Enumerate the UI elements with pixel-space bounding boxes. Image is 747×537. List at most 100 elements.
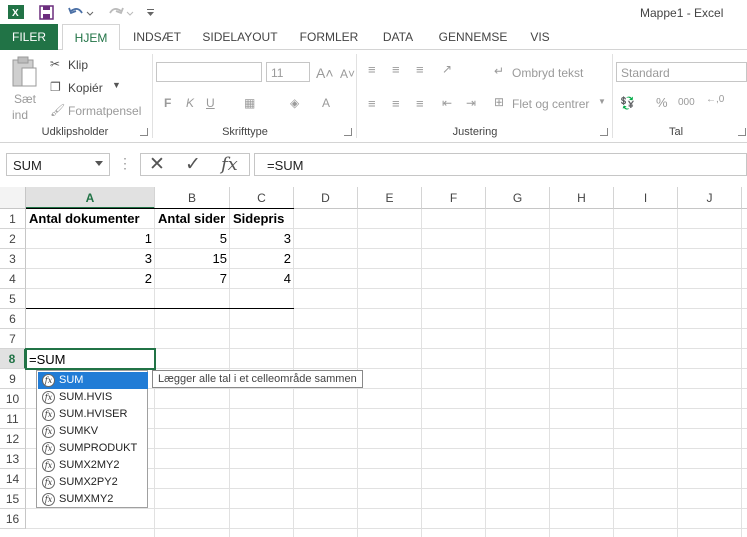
tab-page-layout[interactable]: SIDELAYOUT <box>196 24 284 50</box>
enter-icon[interactable]: ✓ <box>185 153 201 176</box>
tab-formulas[interactable]: FORMLER <box>292 24 366 50</box>
column-header-f[interactable]: F <box>422 187 486 209</box>
column-header-j[interactable]: J <box>678 187 742 209</box>
customize-qat-icon[interactable] <box>144 2 156 22</box>
percent-button[interactable]: % <box>656 95 668 110</box>
column-header-a[interactable]: A <box>26 187 155 209</box>
row-header-10[interactable]: 10 <box>0 389 26 409</box>
autocomplete-item-sum[interactable]: fx SUM <box>38 372 148 389</box>
format-painter-button[interactable]: 🖌 Formatpensel <box>50 102 150 120</box>
column-header-b[interactable]: B <box>155 187 230 209</box>
column-header-h[interactable]: H <box>550 187 614 209</box>
row-header-12[interactable]: 12 <box>0 429 26 449</box>
row-header-4[interactable]: 4 <box>0 269 26 289</box>
bold-button[interactable]: F <box>164 96 171 110</box>
number-format-select[interactable]: Standard <box>616 62 747 82</box>
column-header-e[interactable]: E <box>358 187 422 209</box>
column-header-i[interactable]: I <box>614 187 678 209</box>
alignment-launcher-icon[interactable] <box>600 128 608 136</box>
insert-function-icon[interactable]: fx <box>221 154 238 175</box>
row-header-6[interactable]: 6 <box>0 309 26 329</box>
grow-font-icon[interactable]: A˄ <box>316 65 334 81</box>
cell-b4[interactable]: 7 <box>155 269 230 289</box>
cancel-icon[interactable]: ✕ <box>149 153 165 176</box>
cell-c2[interactable]: 3 <box>230 229 294 249</box>
row-header-3[interactable]: 3 <box>0 249 26 269</box>
autocomplete-item-sumxmy2[interactable]: fx SUMXMY2 <box>38 491 148 508</box>
align-middle-icon[interactable]: ≡ <box>392 62 400 77</box>
cell-c4[interactable]: 4 <box>230 269 294 289</box>
tab-file[interactable]: FILER <box>0 24 58 50</box>
copy-button[interactable]: ❐ Kopiér ▼ <box>50 79 130 97</box>
cell-c1[interactable]: Sidepris <box>230 209 294 229</box>
column-header-c[interactable]: C <box>230 187 294 209</box>
align-center-icon[interactable]: ≡ <box>392 96 400 111</box>
font-name-select[interactable] <box>156 62 262 82</box>
increase-indent-icon[interactable]: ⇥ <box>466 96 476 110</box>
shrink-font-icon[interactable]: A˅ <box>340 67 355 81</box>
thousands-button[interactable]: 000 <box>678 97 695 108</box>
fill-color-icon[interactable]: ◈ <box>290 96 299 110</box>
row-header-7[interactable]: 7 <box>0 329 26 349</box>
align-bottom-icon[interactable]: ≡ <box>416 62 424 77</box>
column-header-d[interactable]: D <box>294 187 358 209</box>
select-all-corner[interactable] <box>0 187 26 209</box>
cell-a3[interactable]: 3 <box>26 249 155 269</box>
cell-a2[interactable]: 1 <box>26 229 155 249</box>
align-top-icon[interactable]: ≡ <box>368 62 376 77</box>
font-color-icon[interactable]: A <box>322 96 330 110</box>
active-cell-a8[interactable]: =SUM <box>25 348 156 370</box>
row-header-2[interactable]: 2 <box>0 229 26 249</box>
cell-b1[interactable]: Antal sider <box>155 209 230 229</box>
autocomplete-item-sumx2my2[interactable]: fx SUMX2MY2 <box>38 457 148 474</box>
row-header-16[interactable]: 16 <box>0 509 26 529</box>
autocomplete-item-sum-hviser[interactable]: fx SUM.HVISER <box>38 406 148 423</box>
cell-a1[interactable]: Antal dokumenter <box>26 209 155 229</box>
autocomplete-item-sumkv[interactable]: fx SUMKV <box>38 423 148 440</box>
font-launcher-icon[interactable] <box>344 128 352 136</box>
increase-decimal-icon[interactable]: ←,0 <box>706 94 724 105</box>
row-header-13[interactable]: 13 <box>0 449 26 469</box>
cut-button[interactable]: ✂ Klip <box>50 56 130 74</box>
undo-icon[interactable] <box>66 2 96 22</box>
decrease-indent-icon[interactable]: ⇤ <box>442 96 452 110</box>
row-header-1[interactable]: 1 <box>0 209 26 229</box>
copy-dropdown-icon[interactable]: ▼ <box>112 80 121 90</box>
formula-input[interactable]: =SUM <box>254 153 747 176</box>
tab-home[interactable]: HJEM <box>62 24 120 51</box>
row-header-9[interactable]: 9 <box>0 369 26 389</box>
autocomplete-item-sumprodukt[interactable]: fx SUMPRODUKT <box>38 440 148 457</box>
underline-button[interactable]: U <box>206 96 215 110</box>
cell-b2[interactable]: 5 <box>155 229 230 249</box>
autocomplete-item-sumx2py2[interactable]: fx SUMX2PY2 <box>38 474 148 491</box>
row-header-15[interactable]: 15 <box>0 489 26 509</box>
row-header-8[interactable]: 8 <box>0 349 26 369</box>
column-header-g[interactable]: G <box>486 187 550 209</box>
currency-icon[interactable]: 💱 <box>620 96 635 110</box>
column-header-k[interactable] <box>742 187 747 209</box>
tab-review[interactable]: GENNEMSE <box>430 24 516 50</box>
redo-icon[interactable] <box>106 2 136 22</box>
cell-b3[interactable]: 15 <box>155 249 230 269</box>
orientation-icon[interactable]: ↗ <box>442 62 452 76</box>
borders-icon[interactable]: ▦ <box>244 96 255 110</box>
number-launcher-icon[interactable] <box>738 128 746 136</box>
row-header-11[interactable]: 11 <box>0 409 26 429</box>
autocomplete-item-sum-hvis[interactable]: fx SUM.HVIS <box>38 389 148 406</box>
save-icon[interactable] <box>36 2 56 22</box>
wrap-text-button[interactable]: ↵ Ombryd tekst <box>494 64 594 82</box>
cell-c3[interactable]: 2 <box>230 249 294 269</box>
tab-data[interactable]: DATA <box>374 24 422 50</box>
tab-view[interactable]: VIS <box>522 24 558 50</box>
paste-button[interactable]: Sæt ind <box>10 56 40 122</box>
cell-a4[interactable]: 2 <box>26 269 155 289</box>
align-right-icon[interactable]: ≡ <box>416 96 424 111</box>
merge-center-button[interactable]: ⊞ Flet og centrer ▼ <box>494 95 606 113</box>
align-left-icon[interactable]: ≡ <box>368 96 376 111</box>
row-header-5[interactable]: 5 <box>0 289 26 309</box>
row-header-14[interactable]: 14 <box>0 469 26 489</box>
name-box[interactable]: SUM <box>6 153 110 176</box>
tab-insert[interactable]: INDSÆT <box>124 24 190 50</box>
clipboard-launcher-icon[interactable] <box>140 128 148 136</box>
italic-button[interactable]: K <box>186 96 194 110</box>
